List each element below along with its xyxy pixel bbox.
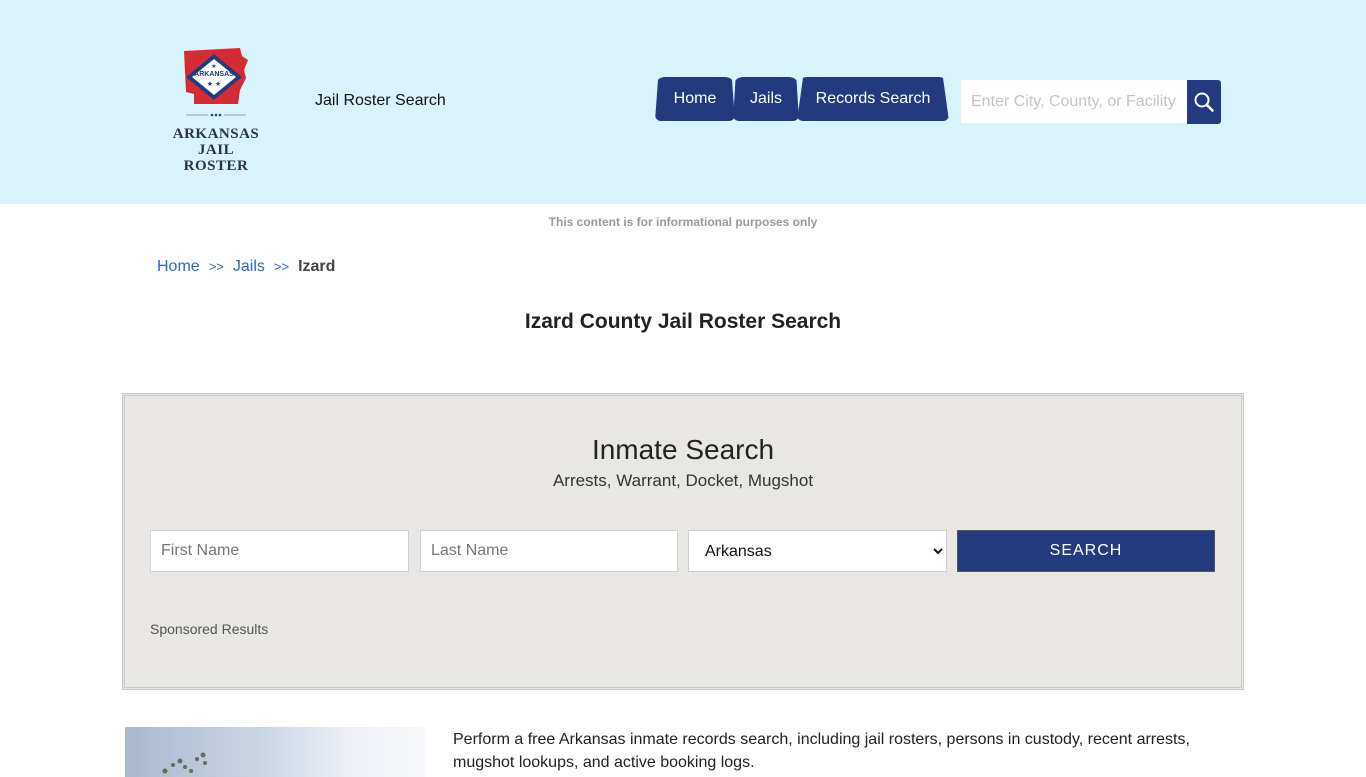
disclaimer-text: This content is for informational purpos… xyxy=(548,215,818,229)
logo-text: ARKANSAS JAIL ROSTER xyxy=(168,126,264,174)
last-name-input[interactable] xyxy=(420,530,678,572)
breadcrumb-jails[interactable]: Jails xyxy=(233,258,265,275)
inmate-search-title: Inmate Search xyxy=(591,434,775,465)
breadcrumb-home[interactable]: Home xyxy=(157,258,200,275)
breadcrumb: Home >> Jails >> Izard xyxy=(157,258,335,276)
site-name[interactable]: Jail Roster Search xyxy=(315,92,446,110)
breadcrumb-current: Izard xyxy=(298,258,336,275)
site-logo[interactable]: ARKANSAS ★ ★ ★ ARKANSAS JAIL ROSTER xyxy=(168,46,268,174)
page-title: Izard County Jail Roster Search xyxy=(524,310,842,333)
search-submit-button[interactable]: SEARCH xyxy=(957,530,1215,572)
nav-tab-jails[interactable]: Jails xyxy=(733,77,799,121)
state-select[interactable]: Arkansas xyxy=(688,530,947,572)
nav-tab-home[interactable]: Home xyxy=(655,77,735,121)
facility-search-input[interactable] xyxy=(961,80,1187,123)
logo-divider-icon xyxy=(186,113,246,117)
arkansas-flag-icon: ARKANSAS ★ ★ ★ xyxy=(184,48,248,104)
logo-line-2: JAIL ROSTER xyxy=(183,142,249,174)
svg-text:★ ★: ★ ★ xyxy=(207,80,222,88)
svg-text:★: ★ xyxy=(211,63,216,70)
intro-paragraph: Perform a free Arkansas inmate records s… xyxy=(453,731,1190,771)
first-name-input[interactable] xyxy=(150,530,409,572)
breadcrumb-separator: >> xyxy=(273,259,290,274)
facility-search-button[interactable] xyxy=(1187,80,1221,124)
svg-text:ARKANSAS: ARKANSAS xyxy=(194,71,234,78)
inmate-search-subtitle: Arrests, Warrant, Docket, Mugshot xyxy=(552,471,814,490)
logo-line-1: ARKANSAS xyxy=(172,126,260,142)
site-header: ARKANSAS ★ ★ ★ ARKANSAS JAIL ROSTER Jail… xyxy=(0,0,1366,204)
tree-foliage-icon xyxy=(162,752,207,774)
sponsored-results-label: Sponsored Results xyxy=(150,621,269,637)
breadcrumb-separator: >> xyxy=(208,259,224,274)
county-photo xyxy=(125,727,425,777)
inmate-search-panel: Inmate Search Arrests, Warrant, Docket, … xyxy=(122,393,1244,690)
search-icon xyxy=(1194,92,1214,112)
nav-tab-records-search[interactable]: Records Search xyxy=(797,77,949,121)
